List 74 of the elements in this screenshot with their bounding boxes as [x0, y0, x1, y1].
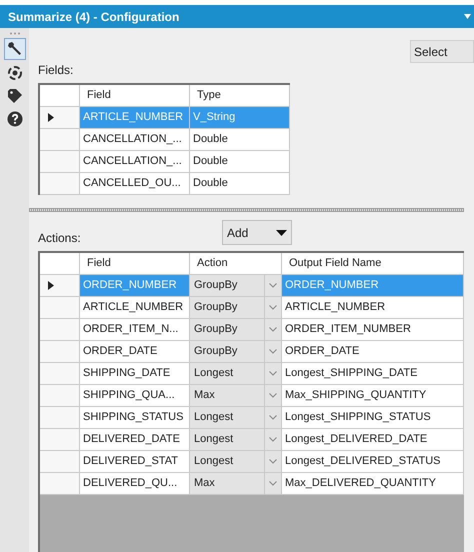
action-dropdown[interactable]: GroupBy: [190, 275, 282, 297]
column-header: Output Field Name: [282, 253, 464, 275]
action-dropdown[interactable]: Longest: [190, 429, 282, 451]
row-header: [40, 319, 80, 341]
row-pointer-icon: [48, 113, 54, 122]
action-dropdown[interactable]: Max: [190, 385, 282, 407]
column-header: Type: [190, 85, 290, 107]
field-cell[interactable]: DELIVERED_STAT: [80, 451, 190, 473]
action-dropdown[interactable]: Max: [190, 473, 282, 495]
action-dropdown[interactable]: GroupBy: [190, 341, 282, 363]
field-cell[interactable]: ORDER_ITEM_N...: [80, 319, 190, 341]
caret-icon: [464, 14, 471, 19]
action-dropdown[interactable]: Longest: [190, 407, 282, 429]
column-header: Action: [190, 253, 282, 275]
select-button[interactable]: Select: [410, 40, 474, 63]
fields-label: Fields:: [38, 62, 74, 79]
column-header: Field: [80, 85, 190, 107]
type-cell[interactable]: Double: [190, 173, 290, 195]
wrench-icon: [6, 41, 22, 57]
field-cell[interactable]: CANCELLED_OU...: [80, 173, 190, 195]
field-cell[interactable]: ORDER_DATE: [80, 341, 190, 363]
grip-icon: [8, 32, 20, 35]
chevron-icon: [269, 283, 277, 288]
chevron-icon: [269, 305, 277, 310]
caret-icon: [276, 230, 287, 236]
chevron-icon: [269, 415, 277, 420]
output-cell[interactable]: ORDER_ITEM_NUMBER: [282, 319, 464, 341]
row-header: [40, 173, 80, 195]
type-cell[interactable]: Double: [190, 151, 290, 173]
output-cell[interactable]: Max_SHIPPING_QUANTITY: [282, 385, 464, 407]
column-header: Field: [80, 253, 190, 275]
field-cell[interactable]: ARTICLE_NUMBER: [80, 297, 190, 319]
field-cell[interactable]: DELIVERED_DATE: [80, 429, 190, 451]
row-header: [40, 341, 80, 363]
output-cell[interactable]: ARTICLE_NUMBER: [282, 297, 464, 319]
output-cell[interactable]: Longest_DELIVERED_DATE: [282, 429, 464, 451]
output-cell[interactable]: Longest_SHIPPING_DATE: [282, 363, 464, 385]
field-cell[interactable]: DELIVERED_QU...: [80, 473, 190, 495]
add-dropdown[interactable]: Add: [222, 220, 292, 245]
help-icon: [6, 111, 22, 127]
actions-label: Actions:: [38, 230, 82, 247]
tag-icon: [6, 88, 22, 104]
type-cell[interactable]: Double: [190, 129, 290, 151]
field-cell[interactable]: SHIPPING_QUA...: [80, 385, 190, 407]
action-dropdown[interactable]: Longest: [190, 451, 282, 473]
action-dropdown[interactable]: GroupBy: [190, 319, 282, 341]
target-icon: [6, 65, 22, 81]
row-header: [40, 451, 80, 473]
row-header: [40, 363, 80, 385]
field-cell[interactable]: CANCELLATION_...: [80, 129, 190, 151]
row-header: [40, 473, 80, 495]
output-cell[interactable]: Longest_SHIPPING_STATUS: [282, 407, 464, 429]
chevron-icon: [269, 393, 277, 398]
row-header: [40, 429, 80, 451]
chevron-icon: [269, 349, 277, 354]
action-dropdown[interactable]: Longest: [190, 363, 282, 385]
field-cell[interactable]: SHIPPING_STATUS: [80, 407, 190, 429]
output-cell[interactable]: ORDER_DATE: [282, 341, 464, 363]
chevron-icon: [269, 437, 277, 442]
window-title: Summarize (4) - Configuration: [8, 8, 180, 26]
row-header: [40, 151, 80, 173]
output-cell[interactable]: Max_DELIVERED_QUANTITY: [282, 473, 464, 495]
action-dropdown[interactable]: GroupBy: [190, 297, 282, 319]
field-cell[interactable]: SHIPPING_DATE: [80, 363, 190, 385]
output-cell[interactable]: Longest_DELIVERED_STATUS: [282, 451, 464, 473]
chevron-icon: [269, 481, 277, 486]
chevron-icon: [269, 327, 277, 332]
chevron-icon: [269, 459, 277, 464]
chevron-icon: [269, 371, 277, 376]
field-cell[interactable]: CANCELLATION_...: [80, 151, 190, 173]
tool-button[interactable]: [4, 38, 26, 60]
row-header: [40, 385, 80, 407]
row-header: [40, 407, 80, 429]
row-pointer-icon: [48, 281, 54, 290]
